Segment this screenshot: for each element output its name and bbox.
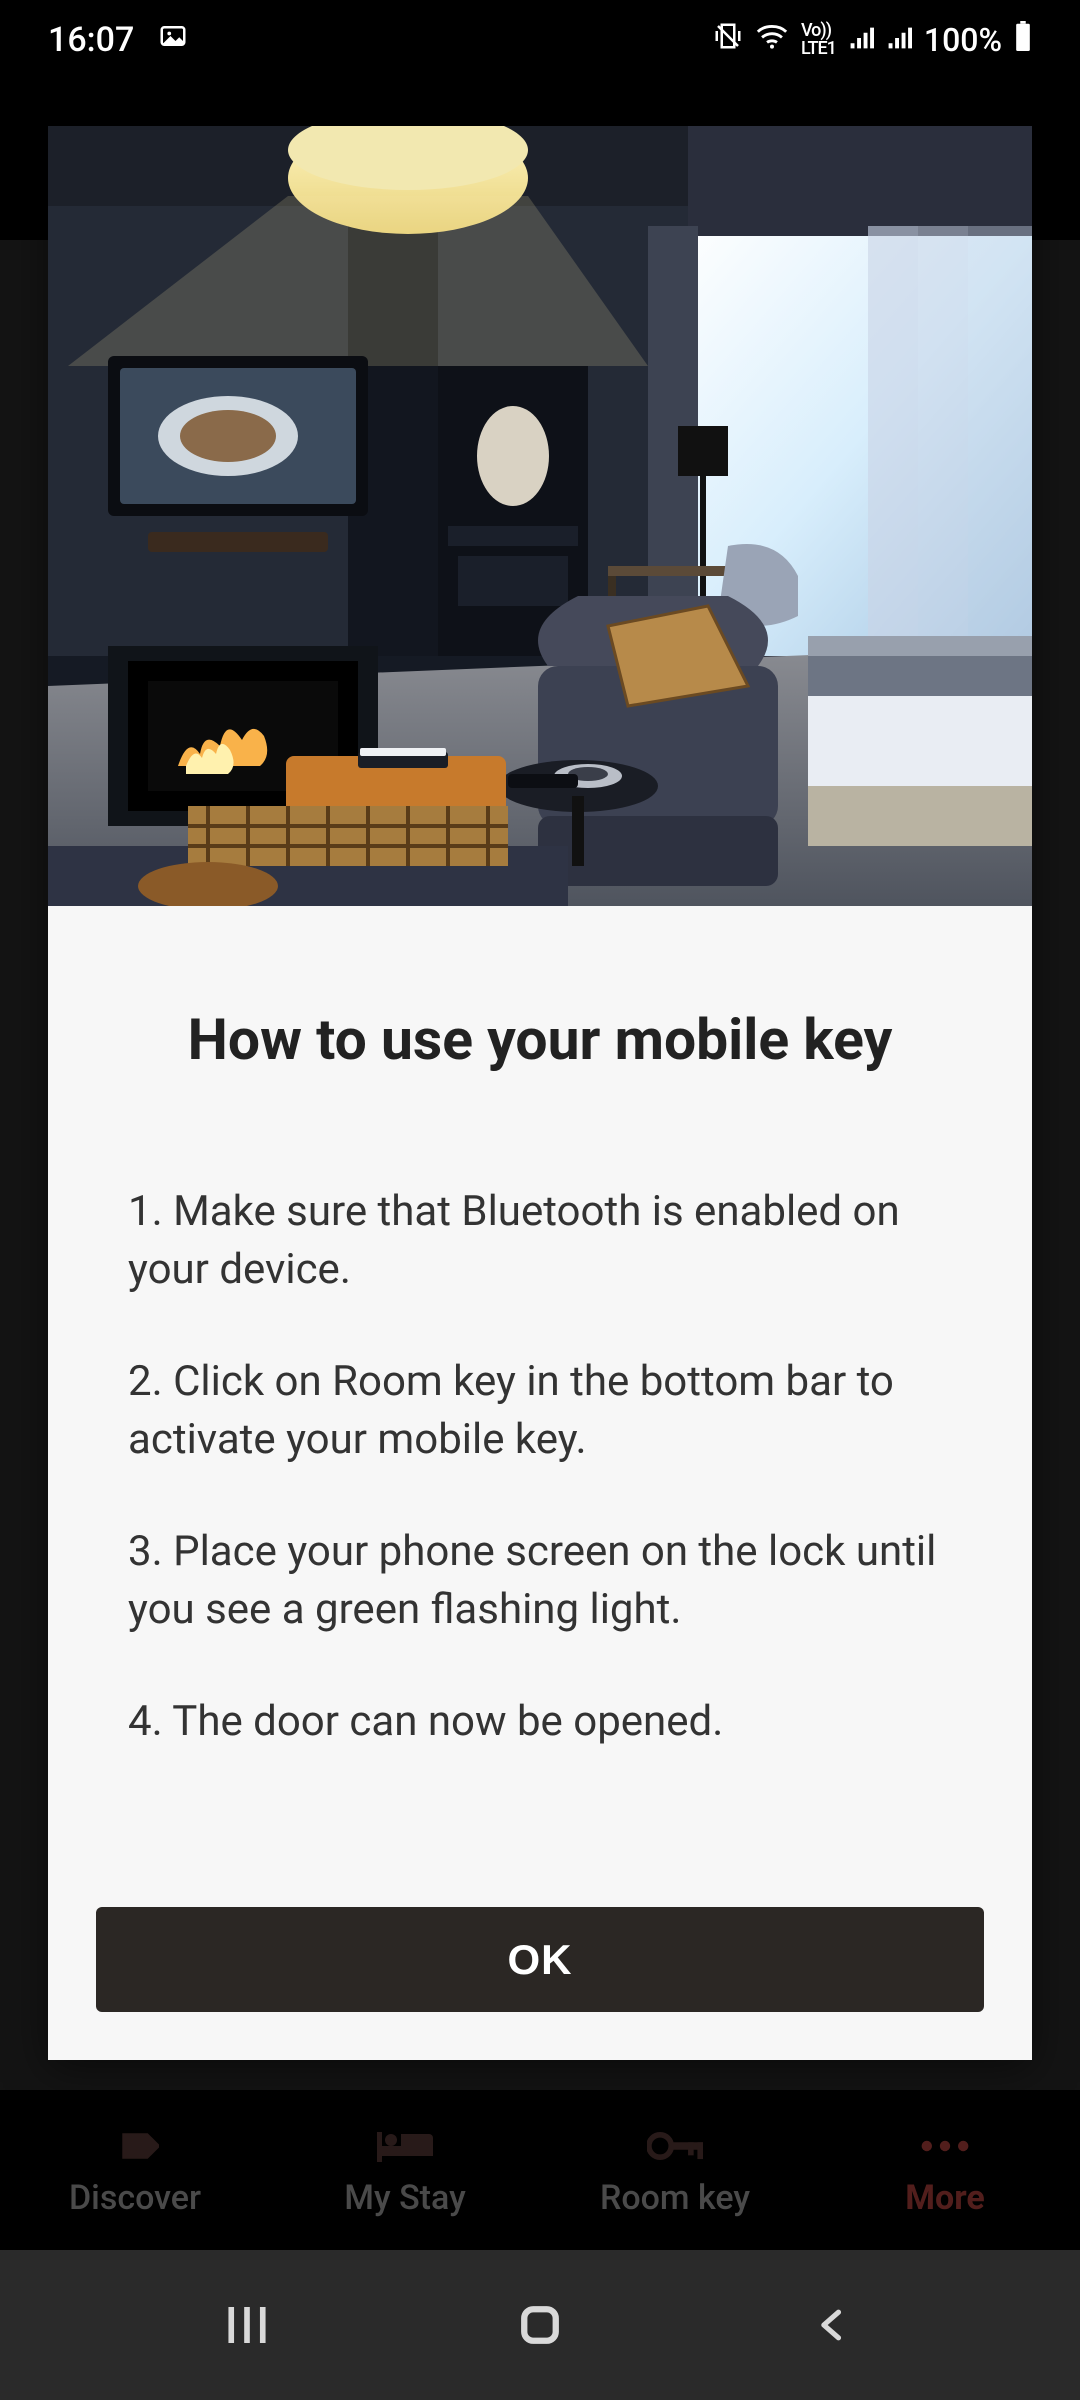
step-1: 1. Make sure that Bluetooth is enabled o… (128, 1183, 952, 1299)
signal-icon-2 (886, 21, 912, 59)
tab-mystay[interactable]: My Stay (270, 2122, 540, 2218)
hero-image (48, 126, 1032, 906)
bed-icon (377, 2122, 433, 2170)
step-2: 2. Click on Room key in the bottom bar t… (128, 1353, 952, 1469)
vibrate-icon (713, 21, 743, 59)
modal-body: How to use your mobile key 1. Make sure … (48, 906, 1032, 1877)
tab-label: My Stay (344, 2178, 465, 2218)
mobile-key-help-modal: How to use your mobile key 1. Make sure … (48, 126, 1032, 2060)
tab-label: Discover (69, 2178, 201, 2218)
back-button[interactable] (773, 2290, 893, 2360)
battery-text: 100% (924, 21, 1002, 59)
tab-more[interactable]: More (810, 2122, 1080, 2218)
tag-icon (111, 2122, 159, 2170)
more-icon (919, 2122, 971, 2170)
tab-label: More (905, 2178, 984, 2218)
ok-button[interactable]: OK (96, 1907, 984, 2012)
step-3: 3. Place your phone screen on the lock u… (128, 1523, 952, 1639)
recents-button[interactable] (187, 2290, 307, 2360)
clock-text: 16:07 (48, 20, 134, 60)
wifi-icon (755, 21, 789, 59)
instruction-steps: 1. Make sure that Bluetooth is enabled o… (128, 1183, 952, 1751)
tab-label: Room key (600, 2178, 750, 2218)
home-button[interactable] (480, 2290, 600, 2360)
modal-title: How to use your mobile key (128, 1006, 952, 1073)
key-icon (647, 2122, 703, 2170)
tab-discover[interactable]: Discover (0, 2122, 270, 2218)
tab-roomkey[interactable]: Room key (540, 2122, 810, 2218)
battery-icon (1014, 21, 1032, 59)
signal-icon-1 (848, 21, 874, 59)
android-nav-bar (0, 2250, 1080, 2400)
volte-label: Vo)) LTE1 (801, 22, 836, 58)
step-4: 4. The door can now be opened. (128, 1693, 952, 1751)
picture-icon (158, 20, 188, 60)
bottom-tab-bar: Discover My Stay Room key More (0, 2090, 1080, 2250)
status-bar: 16:07 Vo)) LTE1 100% (0, 0, 1080, 80)
